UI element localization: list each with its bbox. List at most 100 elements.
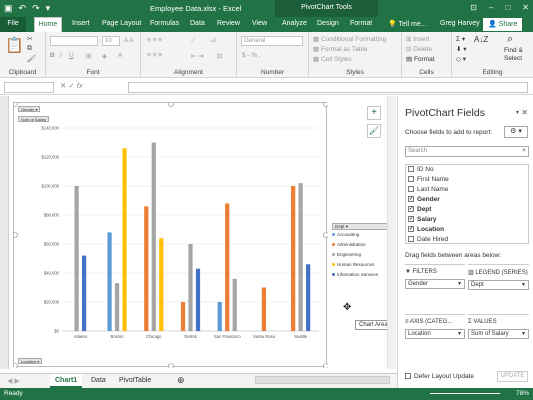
field-item-location[interactable]: ✓ Location: [406, 225, 528, 235]
customize-icon[interactable]: ▾: [46, 3, 51, 13]
grow-font-icon[interactable]: A A: [124, 37, 134, 44]
values-salary-chip[interactable]: Sum of Salary ▼: [468, 329, 529, 339]
number-format-box[interactable]: General: [241, 36, 303, 46]
currency-icons[interactable]: $ - % ,: [242, 52, 261, 59]
fill-color-icon[interactable]: ◈: [102, 52, 107, 60]
checkbox-checked-icon[interactable]: ✓: [408, 216, 414, 223]
field-search-input[interactable]: Search ⌕: [405, 146, 529, 157]
axis-location-chip[interactable]: Location ▼: [405, 329, 465, 339]
cancel-icon[interactable]: ✕: [60, 81, 66, 90]
tab-design[interactable]: Design: [317, 17, 339, 32]
tab-file[interactable]: File: [0, 17, 26, 32]
chart-legend[interactable]: Dept ▾ Accounting Administration Engineeri…: [332, 223, 394, 280]
clear-icon[interactable]: ◇ ▾: [456, 55, 466, 63]
field-item-gender[interactable]: ✓ Gender: [406, 195, 528, 205]
tab-insert[interactable]: Insert: [72, 17, 90, 32]
sum-of-salary-button[interactable]: Sum of Salary: [18, 116, 50, 122]
save-icon[interactable]: ▣: [4, 3, 13, 13]
checkbox-checked-icon[interactable]: ✓: [408, 206, 414, 213]
filters-gender-chip[interactable]: Gender ▼: [405, 279, 465, 289]
copy-icon[interactable]: ⧉: [27, 45, 32, 53]
checkbox-icon[interactable]: [408, 236, 414, 243]
indent-icon[interactable]: ⇤ ⇥: [191, 52, 204, 60]
tab-review[interactable]: Review: [217, 17, 240, 32]
field-item-dept[interactable]: ✓ Dept: [406, 205, 528, 215]
checkbox-checked-icon[interactable]: ✓: [408, 196, 414, 203]
gender-filter-button[interactable]: Gender ▾: [18, 106, 41, 112]
name-box[interactable]: [4, 82, 54, 93]
tools-gear-button[interactable]: ⚙ ▾: [504, 126, 528, 138]
field-item-date-hired[interactable]: Date Hired: [406, 235, 528, 243]
font-name-box[interactable]: [50, 36, 98, 46]
font-size-box[interactable]: 10: [102, 36, 120, 46]
underline-icon[interactable]: U: [69, 52, 74, 59]
horizontal-align-icons[interactable]: ≡ ≡ ≡: [147, 52, 162, 59]
italic-icon[interactable]: I: [60, 52, 62, 59]
format-as-table-button[interactable]: ▦ Format as Table: [313, 45, 367, 53]
tab-view[interactable]: View: [252, 17, 267, 32]
user-name[interactable]: Greg Harvey: [440, 17, 480, 32]
formula-input[interactable]: [128, 82, 528, 93]
merge-icon[interactable]: ⊟: [217, 52, 222, 60]
vertical-align-icons[interactable]: ≡ ≡ ≡: [147, 37, 162, 44]
borders-icon[interactable]: ⊞: [86, 52, 91, 60]
share-button[interactable]: 👤 Share: [483, 18, 523, 31]
legend-entry-accounting[interactable]: Accounting: [332, 230, 394, 240]
minimize-icon[interactable]: –: [489, 3, 493, 12]
defer-layout-checkbox[interactable]: Defer Layout Update: [405, 373, 474, 380]
redo-icon[interactable]: ↷: [32, 3, 40, 13]
legend-area[interactable]: ▥ LEGEND (SERIES) Dept ▼: [468, 264, 529, 312]
conditional-formatting-button[interactable]: ▦ Conditional Formatting: [313, 35, 386, 43]
find-icon[interactable]: ⌕: [507, 33, 513, 46]
fill-icon[interactable]: ⬇ ▾: [456, 45, 467, 53]
cut-icon[interactable]: ✂: [27, 35, 33, 43]
maximize-icon[interactable]: □: [505, 3, 510, 12]
pivot-chart[interactable]: $0 $20,000 $40,000 $60,000 $80,000 $100,000 $1…: [13, 102, 394, 368]
orientation-icon[interactable]: ⟋: [191, 37, 196, 45]
format-painter-icon[interactable]: 🖌: [27, 55, 36, 63]
format-cells-button[interactable]: ▤ Format: [406, 55, 435, 63]
tab-format[interactable]: Format: [350, 17, 372, 32]
sheet-tab-data[interactable]: Data: [86, 374, 111, 388]
tab-data[interactable]: Data: [190, 17, 205, 32]
legend-entry-engineering[interactable]: Engineering: [332, 250, 394, 260]
zoom-level[interactable]: 78%: [516, 390, 529, 397]
legend-entry-administration[interactable]: Administration: [332, 240, 394, 250]
bold-icon[interactable]: B: [50, 52, 55, 59]
checkbox-icon[interactable]: [408, 186, 414, 193]
legend-dept-button[interactable]: Dept ▾: [332, 223, 394, 230]
pane-close-icon[interactable]: ✕: [521, 108, 528, 117]
chart-elements-button[interactable]: +: [367, 106, 381, 120]
paste-icon[interactable]: 📋: [5, 36, 24, 54]
values-area[interactable]: Σ VALUES Sum of Salary ▼: [468, 314, 529, 362]
sheet-tab-pivottable[interactable]: PivotTable: [114, 374, 156, 388]
field-item-id-no[interactable]: ID No: [406, 165, 528, 175]
sheet-tab-chart1[interactable]: Chart1: [50, 374, 83, 388]
tab-analyze[interactable]: Analyze: [282, 17, 307, 32]
checkbox-checked-icon[interactable]: ✓: [408, 226, 414, 233]
location-axis-button[interactable]: Location ▾: [18, 358, 43, 364]
insert-cells-button[interactable]: ⊞ Insert: [406, 35, 430, 43]
filters-area[interactable]: ▼ FILTERS Gender ▼: [405, 264, 465, 312]
new-sheet-icon[interactable]: ⊕: [172, 374, 190, 388]
checkbox-icon[interactable]: [408, 166, 414, 173]
axis-area[interactable]: ≡ AXIS (CATEG... Location ▼: [405, 314, 465, 362]
wrap-text-icon[interactable]: ⏎: [211, 37, 216, 45]
vertical-scrollbar[interactable]: [387, 96, 396, 369]
function-icon[interactable]: fx: [77, 81, 83, 90]
checkbox-icon[interactable]: [408, 176, 414, 183]
delete-cells-button[interactable]: ⊟ Delete: [406, 45, 432, 53]
field-item-last-name[interactable]: Last Name: [406, 185, 528, 195]
sort-filter-icon[interactable]: A↓Z: [474, 35, 488, 44]
autosum-icon[interactable]: Σ ▾: [456, 35, 465, 43]
cell-styles-button[interactable]: ▦ Cell Styles: [313, 55, 352, 63]
close-icon[interactable]: ✕: [522, 3, 529, 12]
field-item-first-name[interactable]: First Name: [406, 175, 528, 185]
field-item-salary[interactable]: ✓ Salary: [406, 215, 528, 225]
select-label[interactable]: Select: [504, 55, 522, 62]
font-color-icon[interactable]: A: [118, 52, 122, 59]
tab-page-layout[interactable]: Page Layout: [102, 17, 141, 32]
prev-sheet-icon[interactable]: ◀ ▶: [2, 374, 25, 388]
tab-formulas[interactable]: Formulas: [150, 17, 179, 32]
pane-options-icon[interactable]: ▾: [516, 109, 519, 116]
